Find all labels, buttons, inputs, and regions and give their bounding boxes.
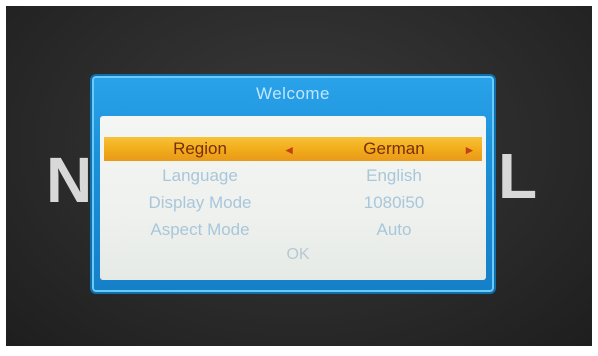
arrow-right-icon[interactable]: ▸ [466, 142, 473, 158]
ok-button[interactable]: OK [268, 244, 328, 266]
menu-row-language[interactable]: Language English [104, 164, 482, 188]
menu-row-label: Display Mode [148, 193, 252, 212]
welcome-dialog: Welcome Region ◂ German ▸ Language Engli… [90, 74, 496, 294]
background-letter-left: N [46, 144, 93, 216]
menu-row-label: Region [173, 139, 227, 158]
menu-row-value: 1080i50 [363, 193, 425, 212]
menu-row-value: German [363, 139, 425, 158]
dialog-title: Welcome [255, 84, 331, 103]
arrow-left-icon[interactable]: ◂ [286, 142, 293, 158]
menu-row-aspect-mode[interactable]: Aspect Mode Auto [104, 218, 482, 242]
menu-row-label: Aspect Mode [150, 220, 250, 239]
menu-row-value: Auto [376, 220, 412, 239]
background-letter-right: L [498, 140, 538, 212]
menu-row-label: Language [162, 166, 238, 185]
menu-row-region[interactable]: Region ◂ German ▸ [104, 137, 482, 161]
menu-row-value: English [366, 166, 422, 185]
tv-screen: N L Welcome Region ◂ German ▸ Language E… [6, 6, 592, 346]
menu-row-display-mode[interactable]: Display Mode 1080i50 [104, 191, 482, 215]
dialog-body: Region ◂ German ▸ Language English Displ… [100, 116, 486, 280]
